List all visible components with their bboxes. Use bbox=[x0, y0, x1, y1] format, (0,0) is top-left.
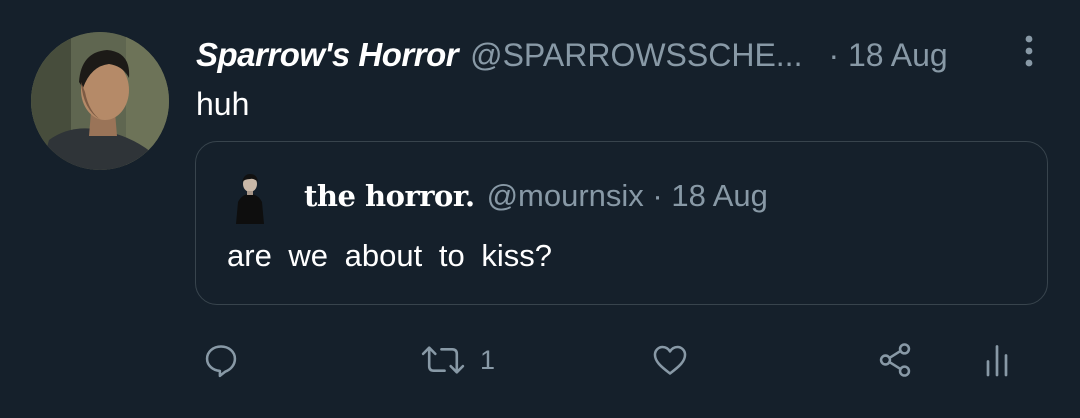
quoted-avatar[interactable] bbox=[230, 172, 270, 224]
retweet-icon bbox=[421, 346, 465, 374]
quoted-handle-date[interactable]: @mournsix · 18 Aug bbox=[487, 178, 768, 214]
reply-icon bbox=[205, 345, 237, 378]
quoted-header: the horror. @mournsix · 18 Aug bbox=[304, 174, 768, 218]
share-button[interactable] bbox=[875, 330, 915, 390]
retweet-count: 1 bbox=[480, 344, 496, 375]
analytics-icon bbox=[986, 345, 1008, 377]
user-handle[interactable]: @SPARROWSSCHE... bbox=[470, 37, 802, 74]
quoted-tweet[interactable]: the horror. @mournsix · 18 Aug are we ab… bbox=[195, 141, 1048, 305]
action-bar: 1 bbox=[0, 330, 1080, 390]
tweet[interactable]: Sparrow's Horror @SPARROWSSCHE... · 18 A… bbox=[0, 0, 1080, 418]
quoted-display-name[interactable]: the horror. bbox=[304, 179, 475, 213]
avatar-image bbox=[31, 32, 169, 170]
tweet-text: huh bbox=[196, 86, 250, 122]
retweet-button[interactable]: 1 bbox=[420, 330, 495, 390]
tweet-header: Sparrow's Horror @SPARROWSSCHE... · 18 A… bbox=[196, 30, 948, 80]
more-options-icon[interactable] bbox=[1014, 34, 1044, 70]
tweet-date[interactable]: · 18 Aug bbox=[828, 37, 947, 74]
display-name[interactable]: Sparrow's Horror bbox=[196, 36, 459, 74]
like-button[interactable] bbox=[650, 330, 690, 390]
reply-button[interactable] bbox=[202, 330, 240, 390]
analytics-button[interactable] bbox=[982, 330, 1012, 390]
avatar[interactable] bbox=[31, 32, 169, 170]
heart-icon bbox=[653, 345, 687, 375]
share-icon bbox=[879, 343, 911, 377]
quoted-text: are we about to kiss? bbox=[227, 238, 552, 273]
